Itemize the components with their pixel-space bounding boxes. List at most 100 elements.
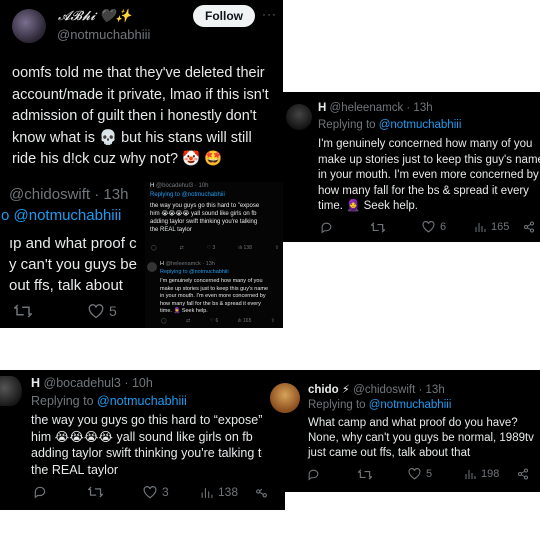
body-line: know what is 💀 but his stans will still [12,129,252,146]
like-count: 6 [440,221,447,233]
body-line: oomfs told me that they've deleted their [12,65,265,81]
body-line: the way you guys go this hard to “expose… [31,413,263,427]
share-button[interactable] [517,468,529,480]
body-line: him 😭😭😭😭 yall sound like girls on fb [31,429,253,444]
body-line: I'm genuinely concerned how many of you [160,278,263,284]
replying-prefix: Replying to [308,399,369,411]
like-count: 5 [426,468,433,480]
handle[interactable]: @notmuchabhiii [57,27,150,42]
retweet-icon: ⇄ [186,318,191,324]
display-name[interactable]: H [31,376,40,390]
body-line: time. 🧕 Seek help. [318,200,418,212]
retweet-icon [88,486,103,498]
body-line: make up stories just to keep this guy's … [318,153,540,166]
retweet-button[interactable] [14,303,32,319]
body-line: in your mouth. I'm even more concerned b… [160,293,266,299]
retweet-button[interactable] [88,485,103,499]
retweet-icon [14,304,32,318]
retweet-button[interactable] [358,468,372,481]
replying-to[interactable]: o @notmuchabhiii [1,207,121,224]
like-count: 5 [109,303,117,319]
reply-button[interactable] [307,468,320,481]
retweet-button[interactable] [371,221,385,234]
reply-icon [34,486,46,499]
body-line: What camp and what proof do you have? [308,417,518,429]
reply-body: I'm genuinely concerned how many of you … [318,137,540,215]
views-button[interactable]: 198 [464,468,499,480]
mini-actions: ◯ ⇄ ♡ 6 ılı 165 ⇪ [161,318,275,324]
body-line: adding taylor swift thinking you're talk… [150,219,258,225]
body-line: I'm genuinely concerned how many of you [318,138,533,150]
replying-to: Replying to @notmuchabhiii [308,399,451,411]
retweet-icon [371,222,385,233]
share-icon: ⇪ [270,318,275,324]
like-button[interactable]: 6 [422,221,446,233]
display-name[interactable]: chido ⚡ [308,384,350,396]
reply-icon: ◯ [151,245,157,251]
reply-header: H @heleenamck · 13h [318,102,433,114]
share-icon [518,468,528,480]
heart-icon [408,468,421,480]
replying-handle-link[interactable]: @notmuchabhiii [369,399,452,411]
replying-handle-link[interactable]: @notmuchabhiii [379,119,462,131]
bocade-reply-panel: H @bocadehul3 · 10h Replying to @notmuch… [0,370,285,510]
mini-actions: ◯ ⇄ ♡ 3 ılı 138 ⇪ [151,245,279,251]
mini-body: I'm genuinely concerned how many of you … [160,278,268,316]
handle-time: @chidoswift · 13h [353,384,445,396]
body-line: y can't you guys be [9,256,137,273]
body-line: ride his d!ck cuz why not? 🤡 🤩 [12,151,223,167]
main-post-body: oomfs told me that they've deleted their… [12,63,283,171]
more-options-icon[interactable]: ··· [262,7,277,21]
body-line: how many fall for the bs & spread it eve… [318,184,529,197]
like-button[interactable]: 3 [143,485,169,499]
view-count: ılı 138 [238,245,252,251]
body-line: him 😭😭😭😭 yall sound like girls on fb [150,211,257,217]
reply-header: chido ⚡ @chidoswift · 13h [308,382,445,396]
body-line: make up stories just to keep this guy's … [160,285,269,292]
reply-button[interactable] [320,221,333,234]
share-button[interactable] [523,221,535,233]
embedded-screenshot-panel: H @bocadehul3 · 10h Replying to @notmuch… [145,182,283,328]
heleen-reply-panel: H @heleenamck · 13h Replying to @notmuch… [283,92,540,242]
like-button[interactable]: 5 [408,468,432,480]
like-button[interactable]: 5 [88,303,117,319]
reply-header: H @bocadehul3 · 10h [31,376,153,390]
avatar[interactable] [286,104,312,130]
avatar[interactable] [270,383,300,413]
views-icon [475,223,486,232]
reply-body: What camp and what proof do you have? No… [308,416,534,461]
reply-icon [308,469,319,481]
mini-name: H [160,261,164,267]
retweet-icon: ⇄ [179,245,184,251]
replying-handle-link[interactable]: @notmuchabhiii [97,394,187,408]
views-button[interactable]: 138 [200,485,238,499]
reply-icon: ◯ [161,318,167,324]
body-line: account/made it private, lmao if this is… [12,86,269,103]
reply-button[interactable] [33,485,47,499]
view-count: 198 [481,468,500,480]
body-line: adding taylor swift thinking you're talk… [31,446,269,460]
replying-prefix: Replying to [31,394,98,408]
like-count: 3 [162,485,169,499]
chido-reply-panel: chido ⚡ @chidoswift · 13h Replying to @n… [262,370,540,492]
body-line: the REAL taylor [150,227,192,233]
views-button[interactable]: 165 [474,221,509,233]
view-count: ılı 165 [237,318,252,324]
reply-body: ıp and what proof c y can't you guys be … [9,233,137,296]
display-name[interactable]: H [318,102,326,114]
mini-replying: Replying to @notmuchabhiii [150,192,225,198]
like-count: ♡ 6 [209,318,219,324]
follow-button[interactable]: Follow [193,5,255,27]
body-line: ıp and what proof c [9,235,137,252]
display-name[interactable]: 𝓐𝓑𝓱𝓲 🖤✨ [58,9,132,24]
handle-time: @heleenamck · 13h [329,102,433,114]
mini-header: H @heleenamck · 13h [160,261,215,267]
avatar[interactable] [0,376,22,406]
mini-post-bocade: H @bocadehul3 · 10h Replying to @notmuch… [145,182,283,258]
replying-to: Replying to @notmuchabhiii [318,119,461,131]
body-line: how many fall for the bs & spread it eve… [160,300,261,307]
reply-icon [321,222,332,234]
mini-post-heleen: H @heleenamck · 13h Replying to @notmuch… [145,260,283,328]
reply-header: @chidoswift · 13h [9,186,129,203]
avatar[interactable] [12,9,46,43]
